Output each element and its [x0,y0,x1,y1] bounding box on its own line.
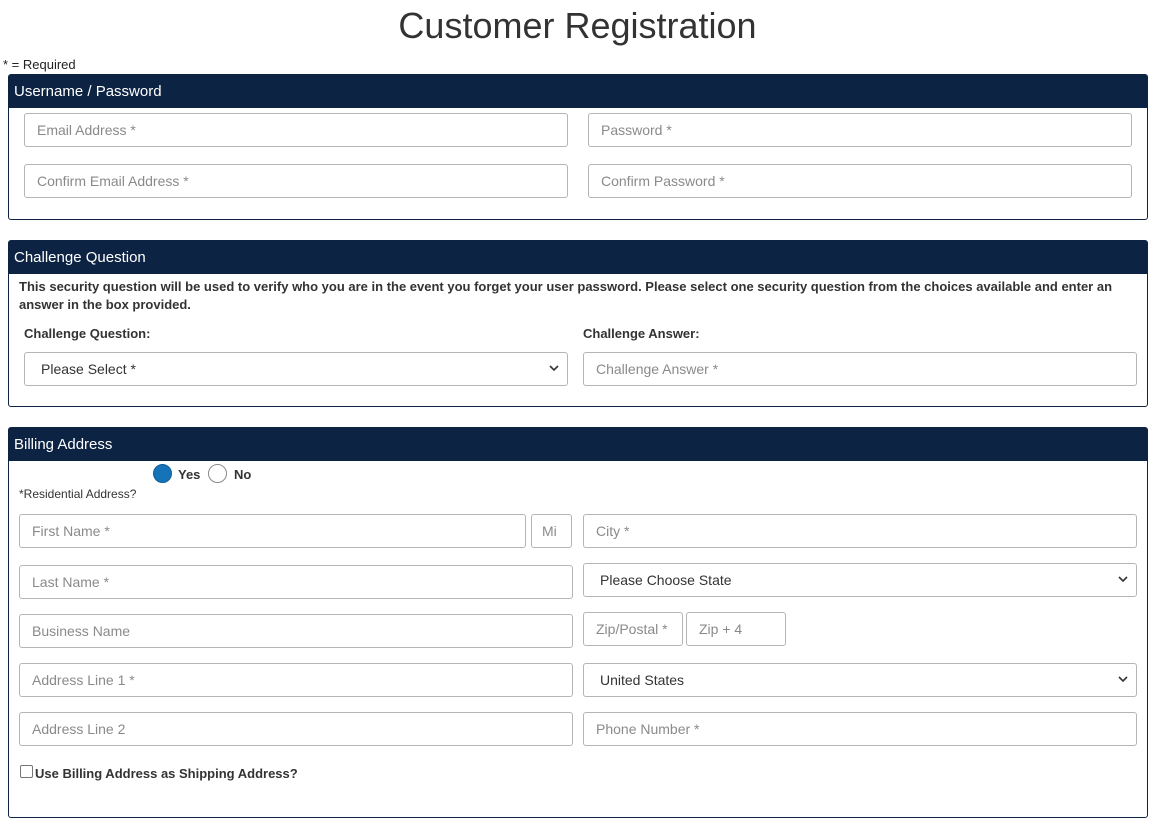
last-name-input[interactable] [19,565,573,599]
business-name-input[interactable] [19,614,573,648]
residential-address-label: *Residential Address? [19,487,137,501]
billing-panel: Billing Address Yes No *Residential Addr… [8,427,1148,818]
residential-no-radio[interactable] [208,464,227,483]
country-select-wrap: United States [583,663,1137,697]
state-select-wrap: Please Choose State [583,563,1137,597]
city-input[interactable] [583,514,1137,548]
challenge-question-select[interactable]: Please Select * [24,352,568,386]
phone-input[interactable] [583,712,1137,746]
email-input[interactable] [24,113,568,147]
zip4-input[interactable] [686,612,786,646]
shipping-same-label: Use Billing Address as Shipping Address? [35,766,298,781]
address-line2-input[interactable] [19,712,573,746]
challenge-panel: Challenge Question This security questio… [8,240,1148,407]
challenge-answer-input[interactable] [583,352,1137,386]
address-line1-input[interactable] [19,663,573,697]
residential-no-label: No [234,467,252,482]
required-note: * = Required [3,57,76,72]
credentials-header: Username / Password [9,75,1147,108]
page-title: Customer Registration [398,5,757,46]
challenge-description: This security question will be used to v… [19,279,1113,312]
challenge-question-label: Challenge Question: [24,326,151,341]
zip-input[interactable] [583,612,683,646]
confirm-password-input[interactable] [588,164,1132,198]
country-select[interactable]: United States [583,663,1137,697]
credentials-panel: Username / Password [8,74,1148,220]
challenge-header: Challenge Question [9,241,1147,274]
middle-initial-input[interactable] [531,514,572,548]
residential-yes-label: Yes [178,467,201,482]
confirm-email-input[interactable] [24,164,568,198]
first-name-input[interactable] [19,514,526,548]
state-select[interactable]: Please Choose State [583,563,1137,597]
shipping-same-checkbox[interactable] [20,765,33,778]
billing-header: Billing Address [9,428,1147,461]
residential-yes-radio[interactable] [153,464,172,483]
challenge-answer-label: Challenge Answer: [583,326,700,341]
password-input[interactable] [588,113,1132,147]
challenge-question-select-wrap: Please Select * [24,352,568,386]
